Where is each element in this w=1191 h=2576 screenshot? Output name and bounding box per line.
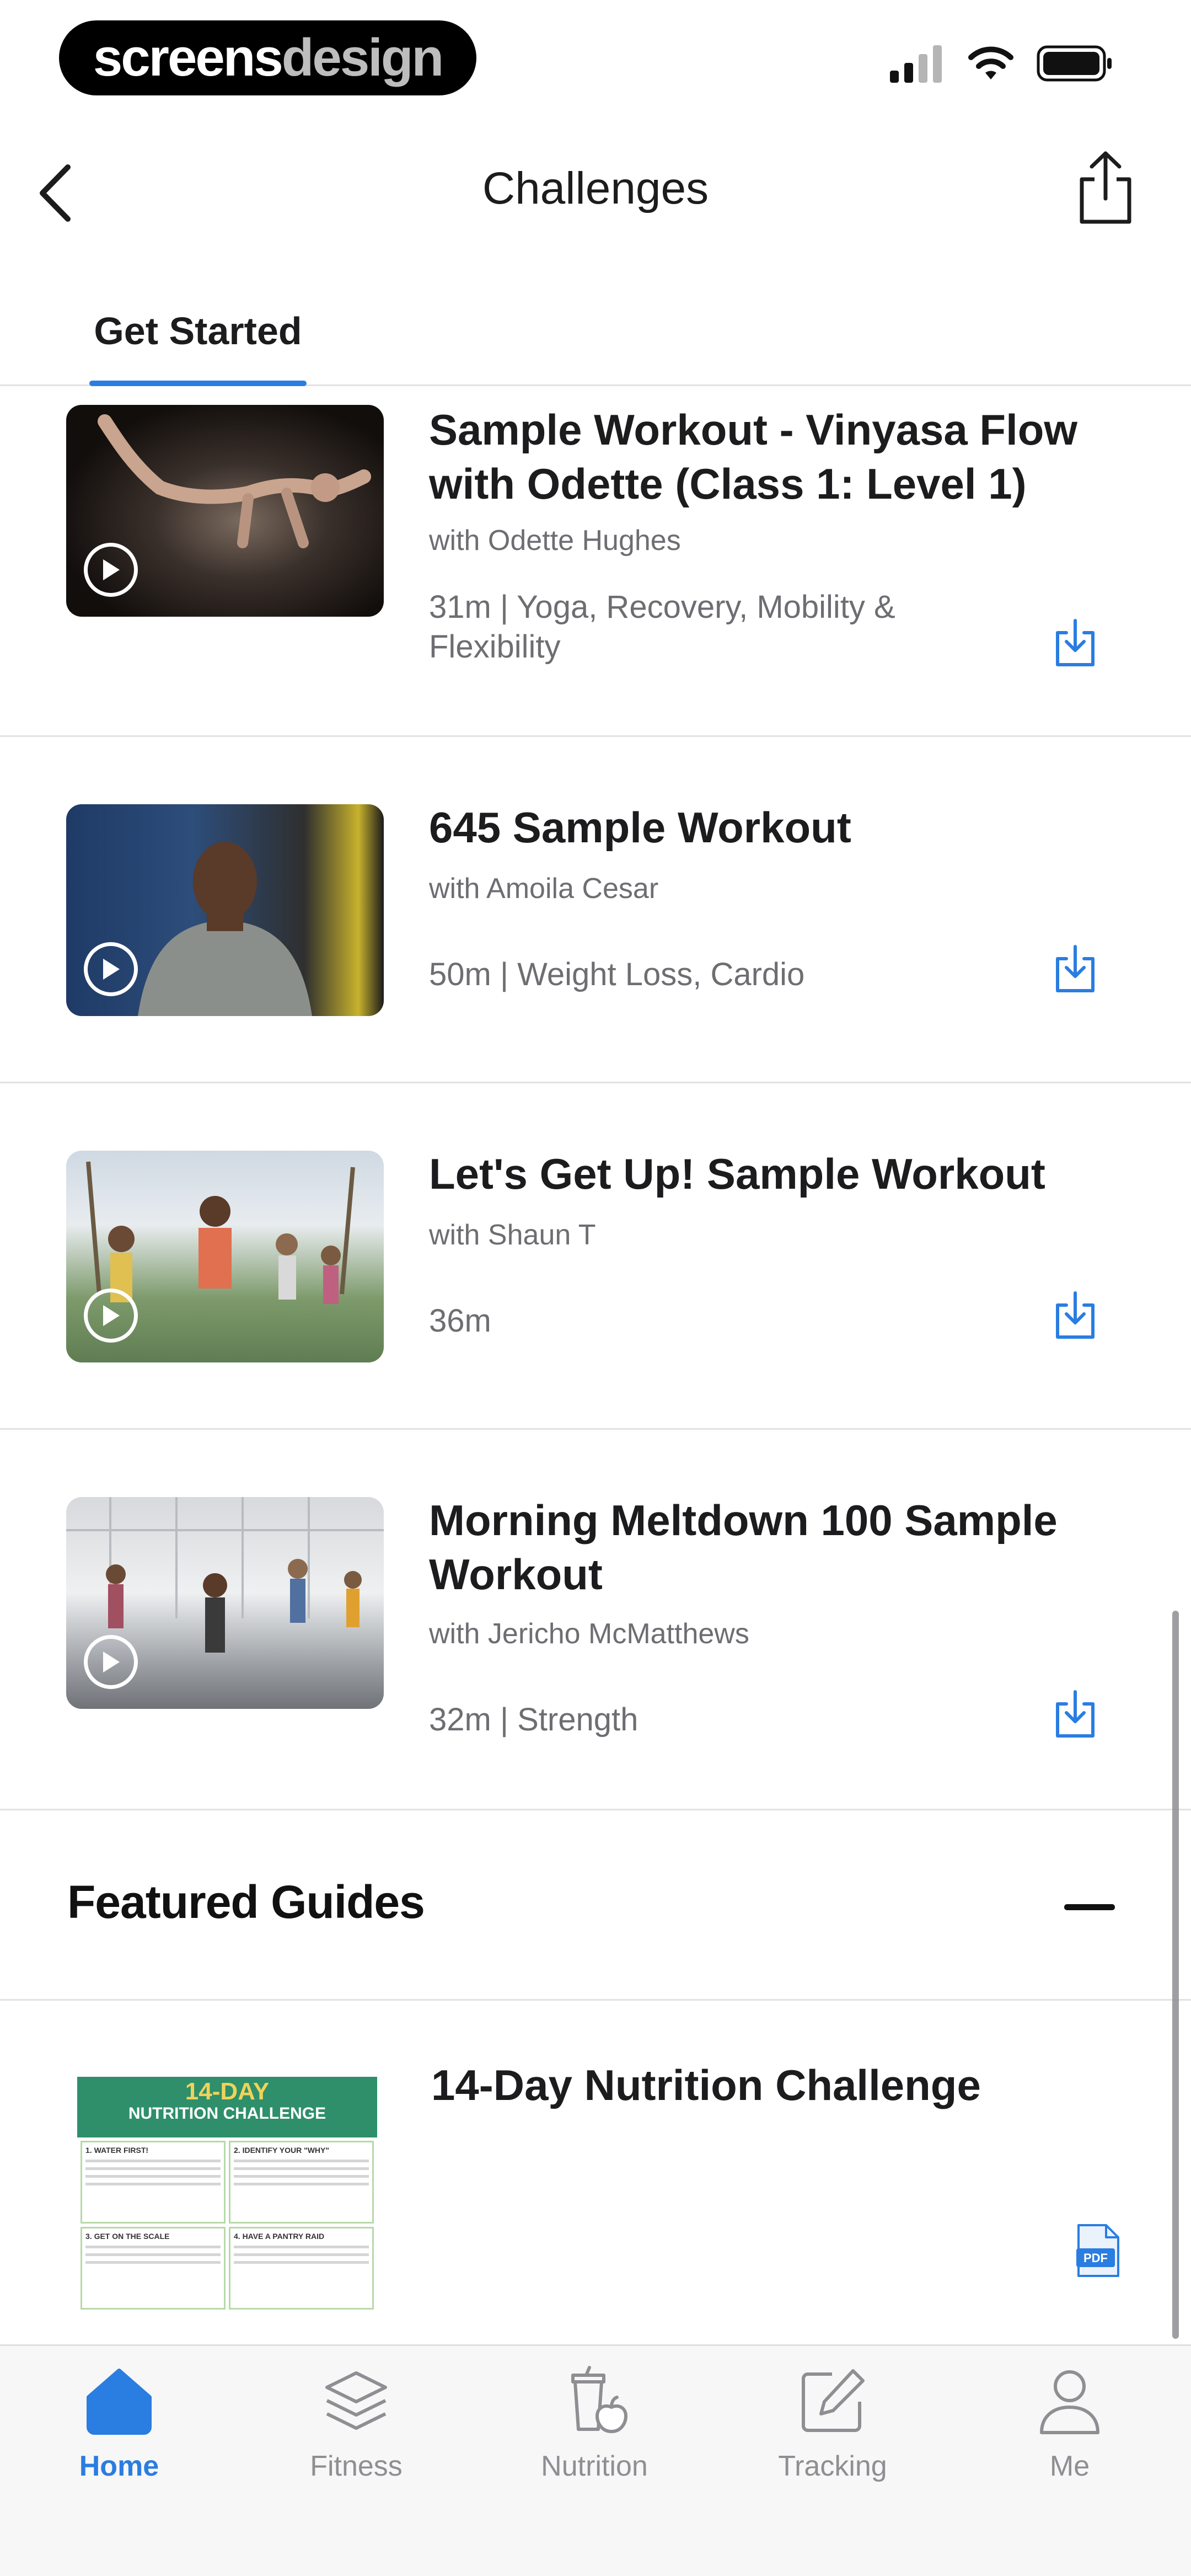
tab-home[interactable]: Home (36, 2363, 202, 2500)
tab-me-label: Me (1049, 2450, 1090, 2482)
layers-icon (325, 2371, 387, 2430)
guide-thumbnail[interactable]: 14-DAY NUTRITION CHALLENGE 1. WATER FIRS… (77, 2077, 377, 2342)
play-icon[interactable] (84, 1289, 138, 1343)
workout-title: 645 Sample Workout (429, 803, 851, 852)
guide-thumbnail-heading-1: 14-DAY (185, 2078, 270, 2105)
workout-meta: 36m (429, 1303, 491, 1339)
bottom-tab-bar: Home Fitness Nutrition Tracking Me (0, 2344, 1191, 2576)
play-icon[interactable] (84, 543, 138, 597)
battery-icon (1037, 45, 1112, 82)
collapse-button[interactable] (1064, 1893, 1119, 1921)
guide-thumbnail-cell: 4. HAVE A PANTRY RAID (229, 2227, 374, 2310)
workout-thumbnail[interactable] (66, 804, 384, 1016)
section-title: Featured Guides (67, 1876, 425, 1928)
workout-title: Let's Get Up! Sample Workout (429, 1150, 1045, 1198)
play-icon[interactable] (84, 942, 138, 996)
nav-header: Challenges (0, 127, 1191, 259)
minus-icon (1064, 1904, 1115, 1910)
page-title: Challenges (482, 163, 709, 213)
workout-meta: 32m | Strength (429, 1702, 639, 1738)
status-icons (890, 44, 1114, 83)
workout-card[interactable]: Let's Get Up! Sample Workout with Shaun … (0, 1083, 1191, 1430)
workout-thumbnail[interactable] (66, 1497, 384, 1709)
scroll-indicator[interactable] (1172, 1611, 1179, 2339)
tab-strip: Get Started (0, 287, 1191, 386)
status-bar: screens design (0, 0, 1191, 116)
share-button[interactable] (1070, 143, 1141, 232)
guide-title: 14-Day Nutrition Challenge (431, 2061, 981, 2109)
guide-thumbnail-cell-heading: 1. WATER FIRST! (85, 2146, 149, 2155)
brand-logo-part1: screens (93, 28, 283, 87)
tab-fitness-label: Fitness (310, 2450, 403, 2482)
brand-logo-part2: design (281, 28, 444, 87)
share-icon (1080, 151, 1131, 224)
brand-logo: screens design (59, 20, 476, 95)
download-button[interactable] (1048, 1285, 1103, 1345)
workout-meta: 31m | Yoga, Recovery, Mobility & Flexibi… (429, 589, 895, 665)
workout-title: Sample Workout - Vinyasa Flow with Odett… (429, 405, 1078, 508)
home-icon (87, 2369, 152, 2435)
pdf-badge-label: PDF (1083, 2251, 1108, 2265)
wifi-icon (968, 46, 1013, 79)
guide-thumbnail-cell-heading: 2. IDENTIFY YOUR "WHY" (234, 2146, 330, 2155)
workout-trainer: with Shaun T (429, 1219, 596, 1251)
guide-thumbnail-header: 14-DAY NUTRITION CHALLENGE (77, 2077, 377, 2137)
guide-card[interactable]: 14-DAY NUTRITION CHALLENGE 1. WATER FIRS… (0, 2002, 1191, 2344)
tab-fitness[interactable]: Fitness (273, 2363, 439, 2500)
guide-thumbnail-cell: 2. IDENTIFY YOUR "WHY" (229, 2141, 374, 2224)
tab-nutrition-label: Nutrition (541, 2450, 648, 2482)
edit-icon (802, 2369, 865, 2432)
workout-title: Morning Meltdown 100 Sample Workout (429, 1496, 1058, 1599)
guide-thumbnail-cell-heading: 3. GET ON THE SCALE (85, 2232, 170, 2241)
tab-active-indicator (89, 381, 307, 386)
workout-trainer: with Jericho McMatthews (429, 1618, 749, 1650)
guide-thumbnail-cell: 1. WATER FIRST! (81, 2141, 226, 2224)
workout-card[interactable]: Morning Meltdown 100 Sample Workout with… (0, 1430, 1191, 1810)
download-icon (1056, 945, 1095, 992)
play-icon[interactable] (84, 1635, 138, 1689)
guide-thumbnail-cell: 3. GET ON THE SCALE (81, 2227, 226, 2310)
tab-home-label: Home (79, 2450, 159, 2482)
workout-thumbnail[interactable] (66, 1151, 384, 1362)
workout-meta: 50m | Weight Loss, Cardio (429, 956, 805, 992)
download-icon (1056, 1690, 1095, 1738)
guide-thumbnail-grid: 1. WATER FIRST! 2. IDENTIFY YOUR "WHY" 3… (77, 2137, 377, 2313)
cellular-signal-icon (890, 45, 942, 83)
download-button[interactable] (1048, 612, 1103, 673)
tab-get-started-label: Get Started (94, 309, 302, 352)
workout-card[interactable]: Sample Workout - Vinyasa Flow with Odett… (0, 386, 1191, 737)
guide-thumbnail-heading-2: NUTRITION CHALLENGE (128, 2104, 326, 2123)
tab-tracking[interactable]: Tracking (750, 2363, 915, 2500)
workout-trainer: with Amoila Cesar (429, 873, 659, 905)
tab-nutrition[interactable]: Nutrition (512, 2363, 677, 2500)
tab-me[interactable]: Me (987, 2363, 1152, 2500)
nutrition-icon (571, 2366, 628, 2434)
download-button[interactable] (1048, 938, 1103, 999)
tab-tracking-label: Tracking (778, 2450, 887, 2482)
download-icon (1056, 1291, 1095, 1339)
workout-trainer: with Odette Hughes (429, 525, 681, 557)
pdf-icon[interactable]: PDF (1075, 2223, 1120, 2278)
guide-thumbnail-cell-heading: 4. HAVE A PANTRY RAID (234, 2232, 325, 2241)
featured-guides-header[interactable]: Featured Guides (0, 1810, 1191, 2001)
workout-card[interactable]: 645 Sample Workout with Amoila Cesar 50m… (0, 737, 1191, 1083)
download-icon (1056, 619, 1095, 666)
workout-thumbnail[interactable] (66, 405, 384, 617)
download-button[interactable] (1048, 1684, 1103, 1744)
person-icon (1040, 2370, 1099, 2434)
tab-get-started[interactable]: Get Started (89, 298, 307, 386)
